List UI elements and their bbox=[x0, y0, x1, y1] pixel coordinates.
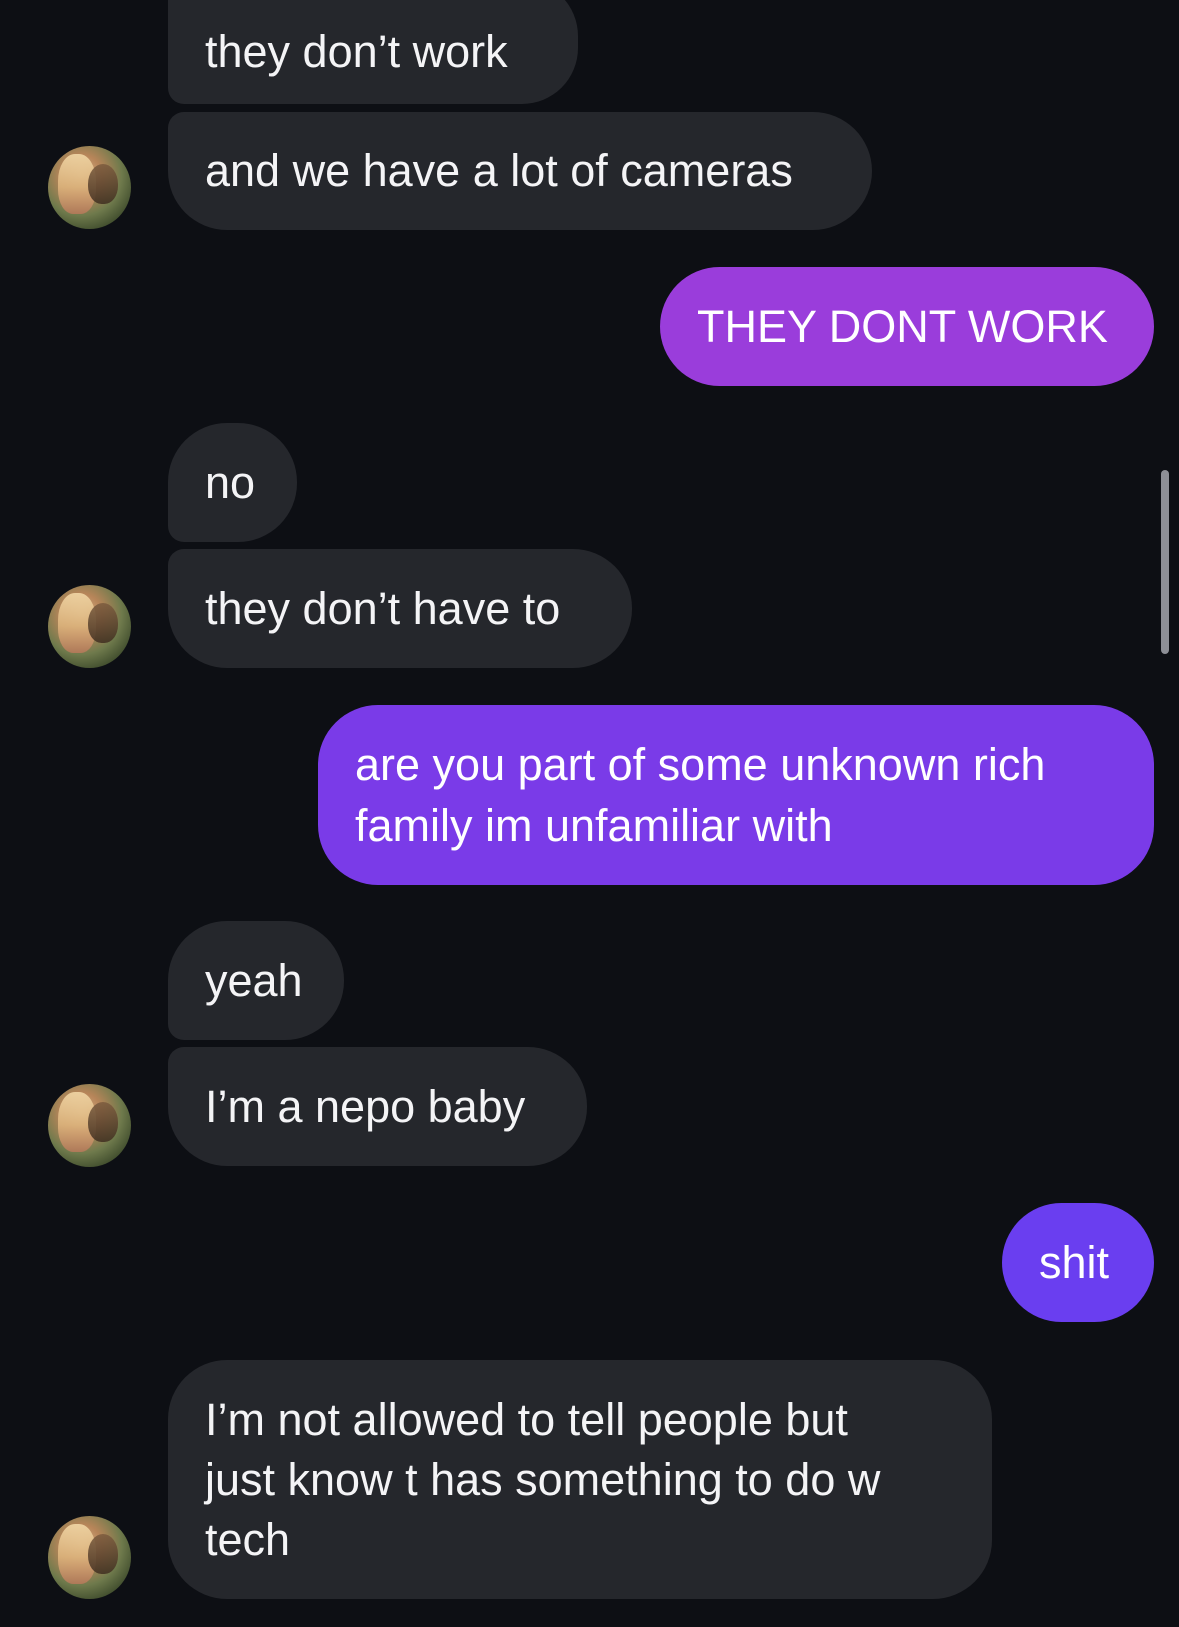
message-text: and we have a lot of cameras bbox=[205, 145, 793, 196]
message-bubble-outgoing[interactable]: shit bbox=[1002, 1203, 1154, 1322]
message-bubble-incoming[interactable]: yeah bbox=[168, 921, 344, 1040]
scrollbar-thumb[interactable] bbox=[1161, 470, 1169, 654]
message-bubble-incoming[interactable]: and we have a lot of cameras bbox=[168, 112, 872, 230]
message-text: THEY DONT WORK bbox=[697, 300, 1108, 352]
message-bubble-incoming[interactable]: no bbox=[168, 423, 297, 542]
message-text: shit bbox=[1039, 1236, 1110, 1288]
message-text: are you part of some unknown rich family… bbox=[355, 739, 1046, 851]
message-bubble-outgoing[interactable]: THEY DONT WORK bbox=[660, 267, 1154, 386]
chat-thread[interactable]: they don’t work and we have a lot of cam… bbox=[0, 0, 1179, 1627]
message-text: I’m not allowed to tell people but just … bbox=[205, 1393, 881, 1565]
message-text: no bbox=[205, 456, 256, 508]
contact-avatar-icon[interactable] bbox=[48, 1516, 131, 1599]
message-bubble-incoming[interactable]: I’m not allowed to tell people but just … bbox=[168, 1360, 992, 1599]
contact-avatar-icon[interactable] bbox=[48, 1084, 131, 1167]
message-bubble-outgoing[interactable]: are you part of some unknown rich family… bbox=[318, 705, 1154, 885]
message-text: they don’t work bbox=[205, 26, 508, 77]
message-text: they don’t have to bbox=[205, 582, 561, 634]
message-text: I’m a nepo baby bbox=[205, 1080, 526, 1132]
message-bubble-incoming[interactable]: they don’t have to bbox=[168, 549, 632, 668]
contact-avatar-icon[interactable] bbox=[48, 585, 131, 668]
message-bubble-incoming[interactable]: I’m a nepo baby bbox=[168, 1047, 587, 1166]
message-bubble-incoming[interactable]: they don’t work bbox=[168, 0, 578, 104]
contact-avatar-icon[interactable] bbox=[48, 146, 131, 229]
message-text: yeah bbox=[205, 954, 303, 1006]
